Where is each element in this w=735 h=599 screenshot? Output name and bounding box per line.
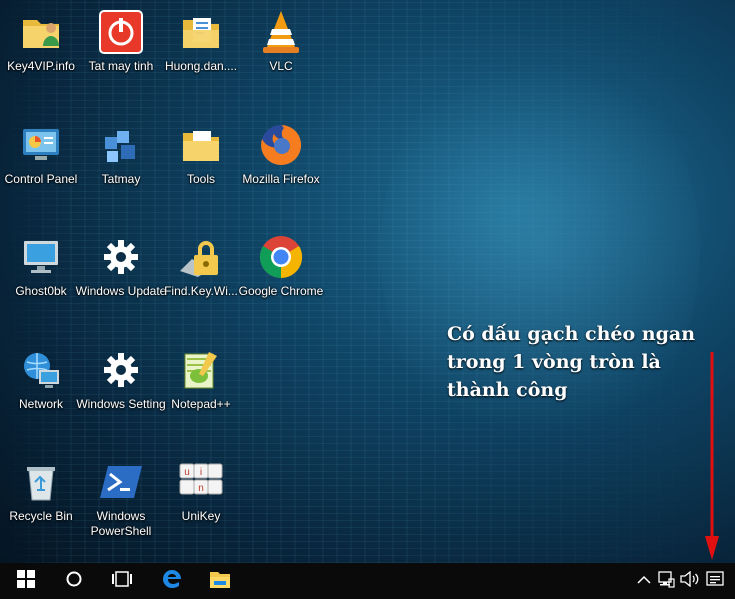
document-folder-icon [177,8,225,56]
windows-start-icon [17,569,35,593]
desktop-icon-label: Huong.dan.... [164,59,238,73]
desktop-icon-tatmay[interactable]: Tatmay [82,115,160,225]
desktop-icon-control-panel[interactable]: Control Panel [2,115,80,225]
lock-icon [177,233,225,281]
desktop-icon-windows-setting[interactable]: Windows Setting [76,340,166,450]
annotation-text: Có dấu gạch chéo ngan trong 1 vòng tròn … [447,320,735,404]
desktop-icon-label: Recycle Bin [9,509,73,523]
network-icon [17,346,65,394]
desktop-icon-label: VLC [269,59,293,73]
desktop-icon-tat-may-tinh[interactable]: Tat may tinh [82,2,160,112]
desktop-icon-tools[interactable]: Tools [162,115,240,225]
desktop-icon-label: Key4VIP.info [7,59,75,73]
network-icon [657,570,675,593]
desktop-icon-key4vip[interactable]: Key4VIP.info [2,2,80,112]
desktop-icon-firefox[interactable]: Mozilla Firefox [242,115,320,225]
svg-text:u: u [184,467,190,478]
desktop-icon-windows-update[interactable]: Windows Update [76,227,166,337]
desktop-icon-label: Ghost0bk [15,284,67,298]
chrome-icon [257,233,305,281]
desktop-icon-vlc[interactable]: VLC [242,2,320,112]
chevron-up-icon [637,572,651,590]
annotation-line-3: thành công [447,379,568,401]
task-view-button[interactable] [98,563,146,599]
edge-button[interactable] [148,563,196,599]
user-folder-icon [17,8,65,56]
desktop-icon-label: Find.Key.Wi... [164,284,238,298]
shutdown-icon [97,8,145,56]
action-center-icon [706,570,724,593]
desktop-icon-unikey[interactable]: uin UniKey [162,452,240,562]
desktop-icon-label: Google Chrome [238,284,324,298]
tools-folder-icon [177,121,225,169]
file-explorer-button[interactable] [196,563,244,599]
start-button[interactable] [2,563,50,599]
firefox-icon [257,121,305,169]
desktop: Key4VIP.info Control Panel Ghost0bk Netw… [0,0,735,563]
desktop-icon-windows-powershell[interactable]: Windows PowerShell [82,452,160,562]
annotation-line-2: trong 1 vòng tròn là [447,351,661,373]
desktop-icon-label: Tatmay [101,172,141,186]
annotation-line-1: Có dấu gạch chéo ngan [447,323,696,345]
svg-text:n: n [198,483,204,494]
gear-icon [97,233,145,281]
control-panel-icon [17,121,65,169]
desktop-icon-label: Tools [186,172,215,186]
file-explorer-icon [209,569,231,594]
desktop-icon-label: Tat may tinh [88,59,154,73]
desktop-icon-label: UniKey [181,509,221,523]
volume-tray-button[interactable] [680,570,700,592]
desktop-icon-label: Windows PowerShell [90,509,152,538]
desktop-icon-ghost0bk[interactable]: Ghost0bk [2,227,80,337]
cubes-icon [97,121,145,169]
desktop-icon-notepad-plus[interactable]: Notepad++ [162,340,240,450]
show-hidden-icons-button[interactable] [634,571,654,591]
edge-icon [161,568,183,595]
desktop-icon-network[interactable]: Network [2,340,80,450]
vlc-icon [257,8,305,56]
desktop-icon-label: Network [18,397,63,411]
task-view-icon [111,570,133,593]
notepad-icon [177,346,225,394]
network-tray-button[interactable] [656,570,676,593]
recycle-bin-icon [17,458,65,506]
computer-icon [17,233,65,281]
cortana-search-icon [65,570,83,593]
desktop-icon-label: Windows Setting [76,397,166,411]
desktop-icon-label: Control Panel [4,172,78,186]
desktop-icon-label: Mozilla Firefox [242,172,320,186]
powershell-icon [97,458,145,506]
search-button[interactable] [50,563,98,599]
desktop-icon-recycle-bin[interactable]: Recycle Bin [2,452,80,562]
red-arrow-annotation [705,352,719,560]
taskbar [0,563,735,599]
desktop-icon-label: Windows Update [75,284,167,298]
volume-icon [680,570,700,592]
desktop-icon-huong-dan[interactable]: Huong.dan.... [162,2,240,112]
action-center-button[interactable] [705,570,725,593]
svg-text:i: i [200,467,202,478]
desktop-icon-label: Notepad++ [171,397,231,411]
unikey-icon: uin [177,458,225,506]
desktop-icon-find-key[interactable]: Find.Key.Wi... [162,227,240,337]
gear-icon [97,346,145,394]
desktop-icon-chrome[interactable]: Google Chrome [239,227,323,337]
